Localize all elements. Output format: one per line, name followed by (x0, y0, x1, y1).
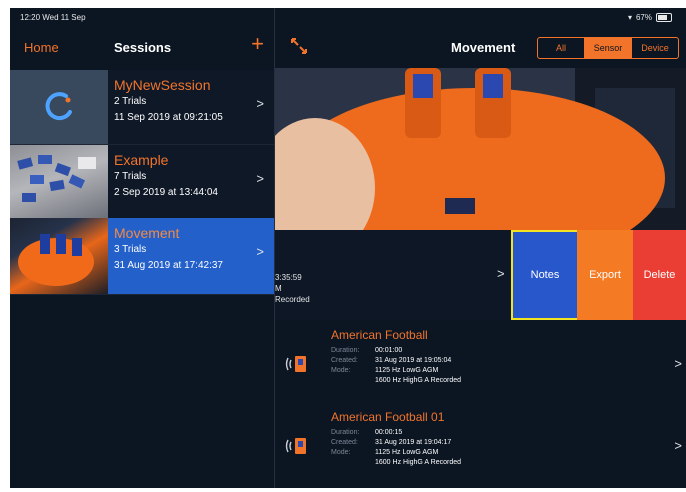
created-label: Created: (331, 357, 358, 364)
battery-percent: 67% (635, 13, 652, 22)
battery-icon (656, 13, 672, 22)
sessions-nav-bar: Home Sessions + (10, 30, 274, 66)
created-label: Created: (331, 439, 358, 446)
sensor-photo-image (17, 155, 96, 202)
session-row-movement[interactable]: Movement 3 Trials 31 Aug 2019 at 17:42:3… (10, 218, 274, 295)
trial-status: Recorded (275, 295, 310, 304)
trial-time: 3:35:59 (275, 273, 302, 282)
duration-value: 00:01:00 (375, 347, 403, 354)
sessions-title: Sessions (114, 40, 172, 55)
recording-details: Duration: 00:01:00 Created: 31 Aug 2019 at… (331, 346, 461, 386)
segment-device[interactable]: Device (632, 38, 678, 58)
filter-segmented-control: All Sensor Device (537, 37, 679, 59)
sensor-recording-icon (285, 356, 306, 372)
football-photo-image (275, 68, 686, 232)
session-trial-count: 7 Trials (114, 171, 147, 182)
recording-title: American Football (331, 328, 428, 342)
duration-label: Duration: (331, 429, 360, 436)
add-session-button[interactable]: + (251, 33, 264, 55)
mode-value: 1125 Hz LowG AGM (375, 449, 439, 456)
trial-info: 3:35:59 M Recorded (275, 272, 310, 305)
ipad-screen: Home Sessions + MyNewSession 2 Trials 11… (10, 8, 686, 488)
duration-value: 00:00:15 (375, 429, 403, 436)
recording-title: American Football 01 (331, 410, 445, 424)
segment-all[interactable]: All (538, 38, 585, 58)
session-date: 2 Sep 2019 at 13:44:04 (114, 187, 218, 198)
sensor-recording-icon (285, 438, 306, 454)
export-button[interactable]: Export (577, 230, 633, 320)
mode-label: Mode: (331, 449, 351, 456)
chevron-right-icon: > (256, 171, 264, 186)
session-date: 11 Sep 2019 at 09:21:05 (114, 112, 223, 123)
football-photo-image (18, 234, 94, 286)
chevron-right-icon: > (256, 96, 264, 111)
session-trial-count: 2 Trials (114, 96, 147, 107)
status-battery: ▾ 67% (628, 13, 672, 22)
mode-value-secondary: 1600 Hz HighG A Recorded (375, 459, 461, 466)
detail-nav-bar: Movement All Sensor Device (275, 30, 686, 66)
chevron-right-icon: > (497, 266, 505, 281)
mode-label: Mode: (331, 367, 351, 374)
home-button[interactable]: Home (24, 40, 59, 55)
duration-label: Duration: (331, 347, 360, 354)
status-time: 12:20 Wed 11 Sep (20, 13, 86, 22)
detail-title: Movement (451, 40, 516, 55)
session-name: Movement (114, 225, 180, 241)
wifi-icon: ▾ (627, 13, 632, 22)
recording-row[interactable]: American Football Duration: 00:01:00 Crea… (275, 324, 686, 407)
chevron-right-icon: > (674, 356, 682, 371)
collapse-arrows-icon[interactable] (289, 36, 309, 56)
sessions-pane: Home Sessions + MyNewSession 2 Trials 11… (10, 8, 274, 488)
session-row-example[interactable]: Example 7 Trials 2 Sep 2019 at 13:44:04 … (10, 145, 274, 220)
session-row-mynewsession[interactable]: MyNewSession 2 Trials 11 Sep 2019 at 09:… (10, 70, 274, 145)
notes-button[interactable]: Notes (511, 230, 579, 320)
mode-value: 1125 Hz LowG AGM (375, 367, 439, 374)
delete-button[interactable]: Delete (633, 230, 686, 320)
session-name: MyNewSession (114, 77, 211, 93)
status-bar: 12:20 Wed 11 Sep ▾ 67% (10, 8, 686, 28)
created-value: 31 Aug 2019 at 19:04:17 (375, 439, 452, 446)
trial-meridiem: M (275, 284, 282, 293)
segment-sensor[interactable]: Sensor (585, 38, 632, 58)
chevron-right-icon: > (674, 438, 682, 453)
recording-details: Duration: 00:00:15 Created: 31 Aug 2019 at… (331, 428, 461, 468)
loading-spinner-icon (45, 92, 72, 121)
session-cover-photo (275, 68, 686, 232)
session-trial-count: 3 Trials (114, 244, 147, 255)
created-value: 31 Aug 2019 at 19:05:04 (375, 357, 452, 364)
swiped-trial-row[interactable]: 3:35:59 M Recorded > Notes Export Delete (275, 230, 686, 320)
session-thumbnail (10, 145, 108, 219)
session-thumbnail (10, 70, 108, 144)
recording-row[interactable]: American Football 01 Duration: 00:00:15 C… (275, 406, 686, 488)
mode-value-secondary: 1600 Hz HighG A Recorded (375, 377, 461, 384)
chevron-right-icon: > (256, 244, 264, 259)
session-name: Example (114, 152, 169, 168)
session-thumbnail (10, 218, 108, 294)
session-detail-pane: Movement All Sensor Device 3:35:59 M Rec… (275, 8, 686, 488)
session-date: 31 Aug 2019 at 17:42:37 (114, 260, 223, 271)
